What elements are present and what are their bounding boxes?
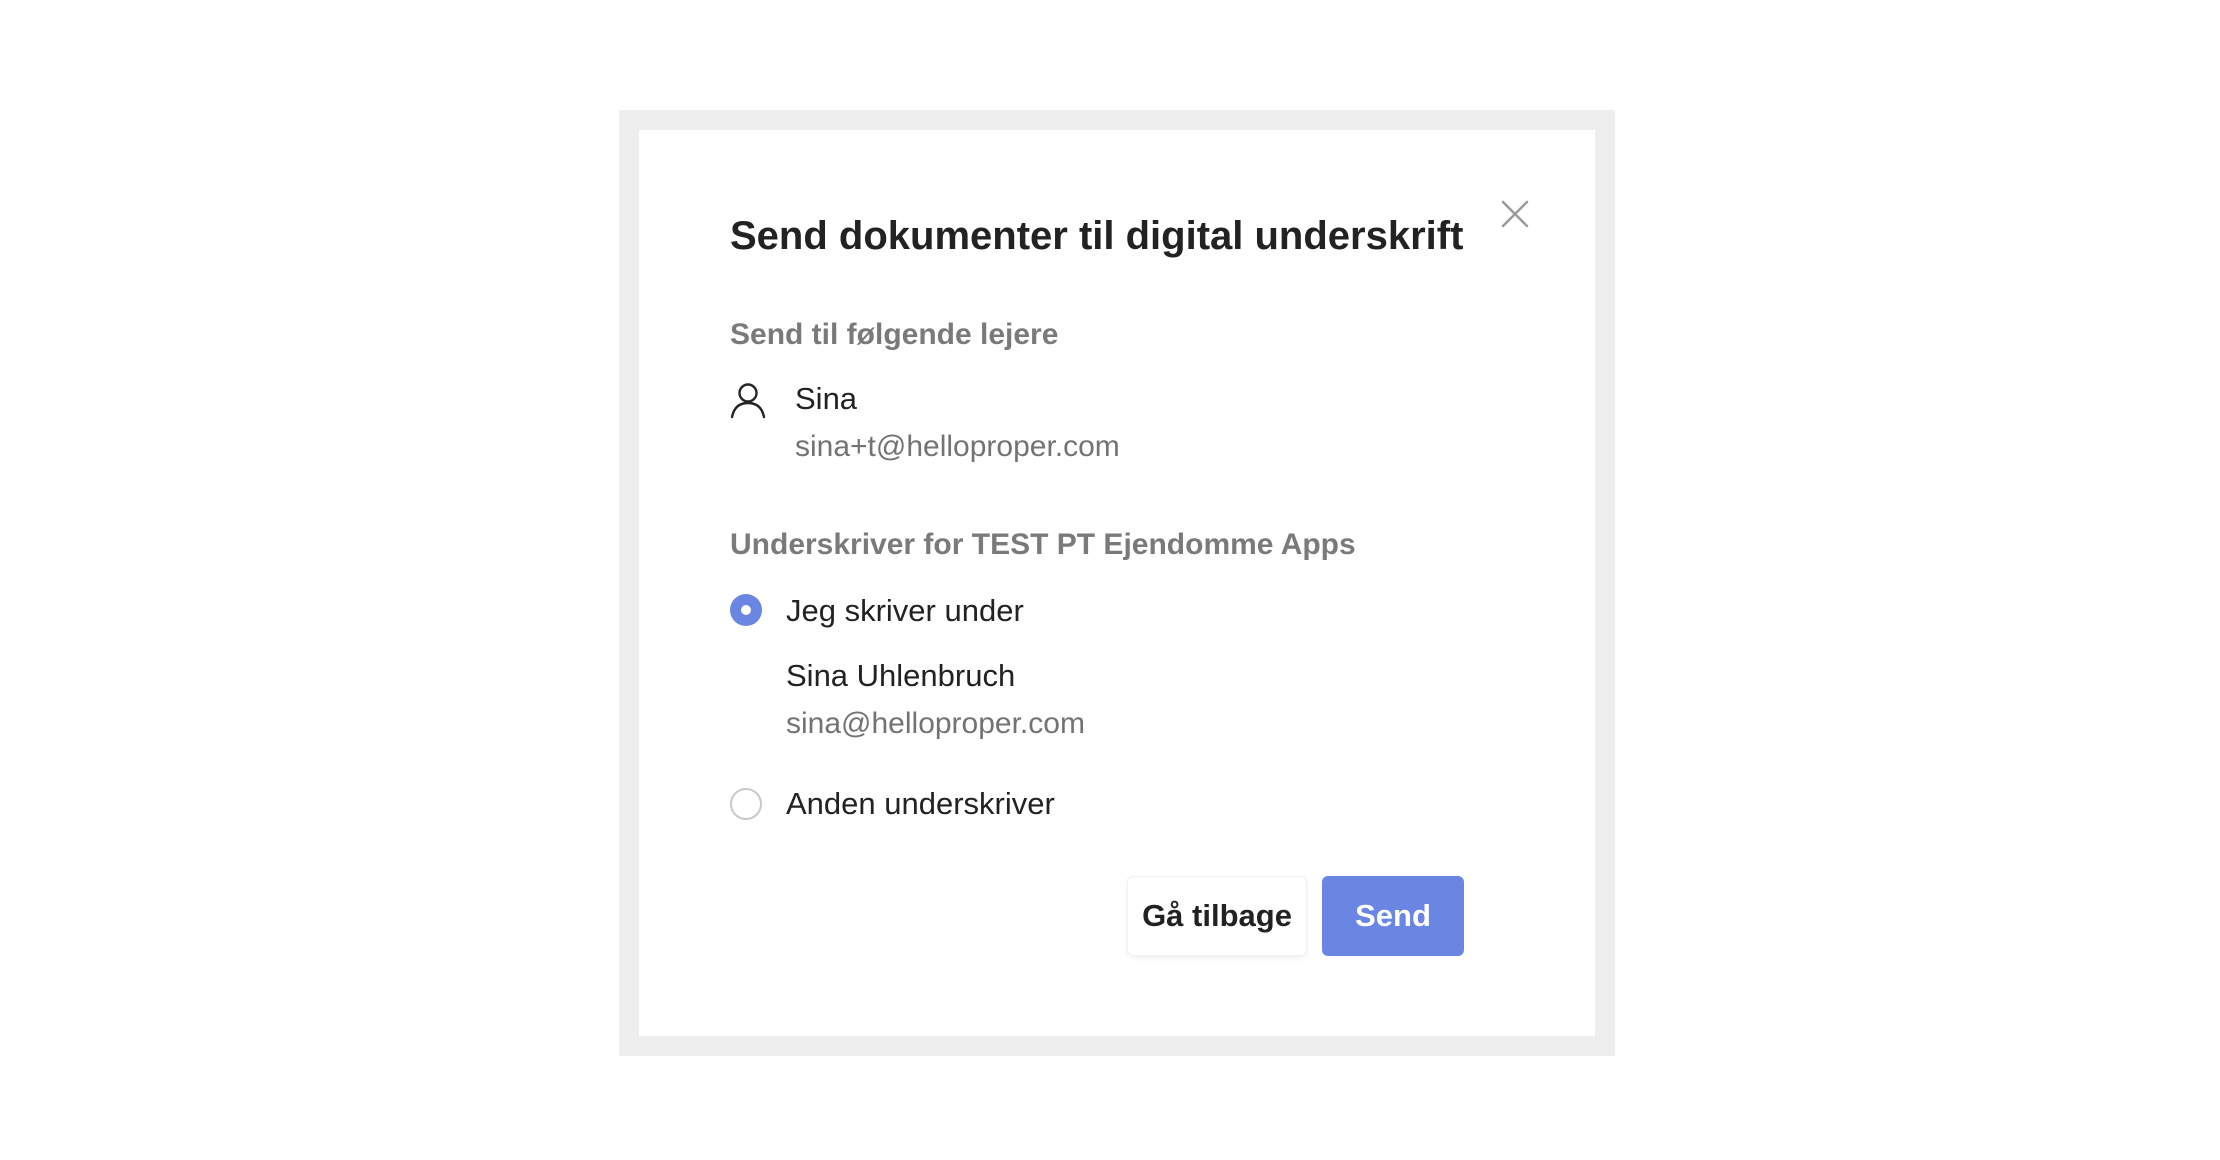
radio-other-signer[interactable] [730,788,762,820]
dialog-title: Send dokumenter til digital underskrift [730,214,1464,258]
radio-i-sign[interactable] [730,594,762,626]
back-button[interactable]: Gå tilbage [1127,876,1307,956]
signer-section-label: Underskriver for TEST PT Ejendomme Apps [730,528,1356,561]
radio-label-other-signer[interactable]: Anden underskriver [786,786,1055,822]
close-icon[interactable] [1497,196,1533,232]
tenant-name: Sina [795,381,858,416]
modal-frame: Send dokumenter til digital underskrift … [619,110,1615,1056]
radio-label-i-sign[interactable]: Jeg skriver under [786,593,1024,629]
tenants-section-label: Send til følgende lejere [730,318,1059,351]
person-icon [728,380,768,420]
tenant-email: sina+t@helloproper.com [795,430,1120,463]
send-for-signature-dialog: Send dokumenter til digital underskrift … [639,130,1595,1036]
signer-name: Sina Uhlenbruch [786,658,1016,693]
send-button[interactable]: Send [1322,876,1464,956]
signer-email: sina@helloproper.com [786,707,1085,740]
